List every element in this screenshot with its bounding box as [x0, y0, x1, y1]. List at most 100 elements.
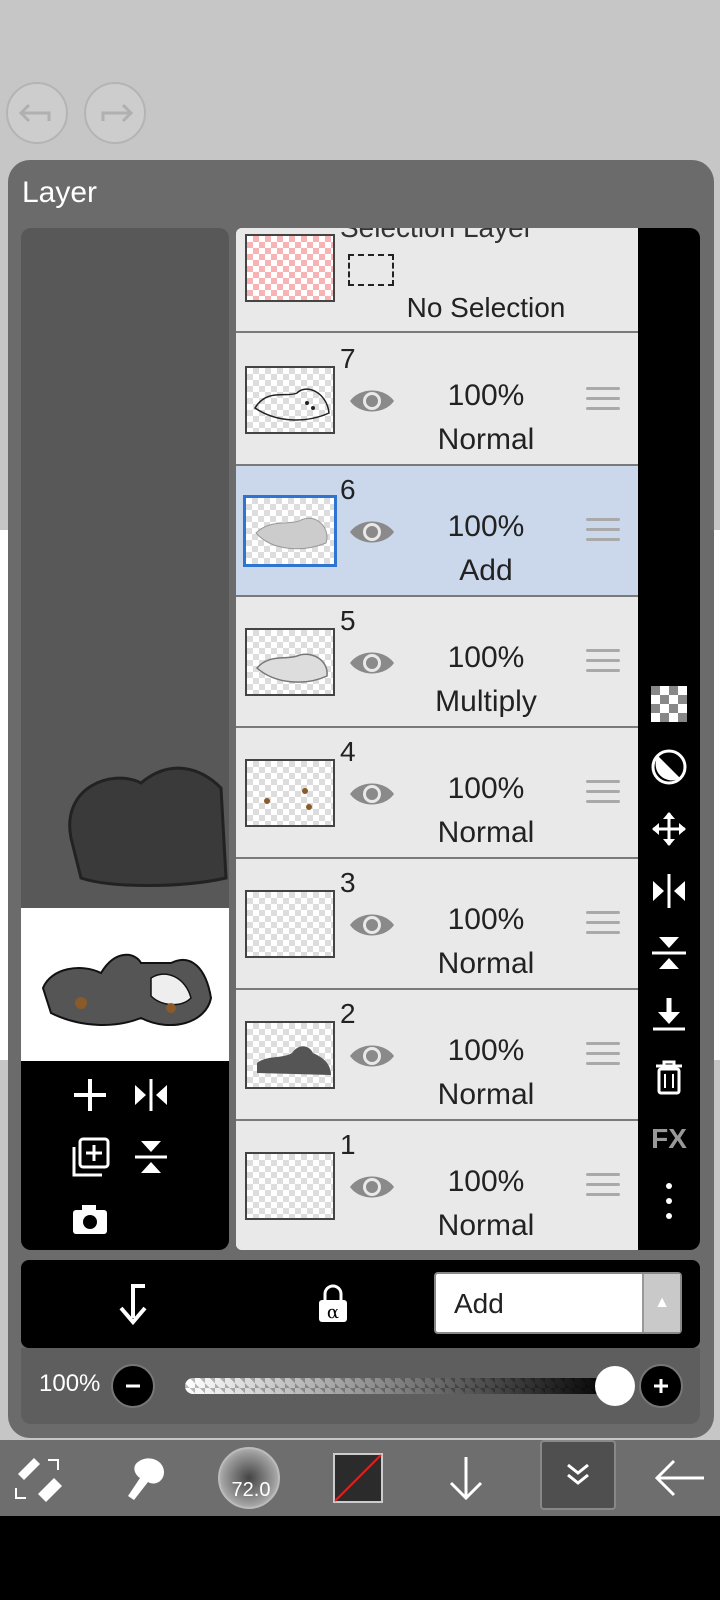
layer-list[interactable]: Selection Layer No Selection 7 100% Normal… [236, 228, 638, 1250]
layer-opacity: 100% [447, 1165, 525, 1198]
clip-arrow-icon [119, 1284, 147, 1326]
eye-icon[interactable] [348, 1169, 396, 1205]
svg-text:α: α [327, 1302, 339, 1323]
layer-row[interactable]: 5 100% Multiply [236, 597, 638, 728]
color-swatch-icon [333, 1453, 383, 1503]
layer-thumbnail[interactable] [245, 366, 335, 434]
layer-blend-mode: Normal [437, 423, 535, 456]
brush-size-button[interactable]: 72.0 [214, 1440, 284, 1516]
layer-panel: Layer No Selection 7 100% Normal 6 100% … [8, 160, 714, 1438]
more-vertical-icon [666, 1183, 672, 1219]
back-button[interactable] [642, 1440, 718, 1516]
eye-icon[interactable] [348, 514, 396, 550]
layer-row[interactable]: 4 100% Normal [236, 728, 638, 859]
panel-title: Layer [22, 176, 98, 209]
smudge-tool-button[interactable] [108, 1440, 184, 1516]
layer-row[interactable]: 2 100% Normal [236, 990, 638, 1121]
drag-handle-icon[interactable] [586, 649, 620, 675]
redo-button[interactable] [84, 82, 146, 144]
layer-thumbnail[interactable] [245, 628, 335, 696]
dropdown-arrow-icon: ▲ [642, 1274, 680, 1332]
opacity-increase-button[interactable] [639, 1364, 683, 1408]
drag-handle-icon[interactable] [586, 518, 620, 544]
selection-layer-title: Selection Layer [340, 228, 533, 244]
flip-horizontal-button[interactable] [129, 1073, 173, 1117]
color-button[interactable] [320, 1440, 396, 1516]
flip-vertical-layer-button[interactable] [648, 932, 690, 974]
transparency-button[interactable] [648, 683, 690, 725]
canvas-preview-shadow [68, 766, 228, 887]
layer-opacity: 100% [447, 903, 525, 936]
move-button[interactable] [648, 808, 690, 850]
eye-icon[interactable] [348, 776, 396, 812]
finger-icon [128, 1458, 164, 1500]
eye-icon[interactable] [348, 907, 396, 943]
brush-preview-icon: 72.0 [218, 1447, 280, 1509]
delete-layer-button[interactable] [648, 1056, 690, 1098]
layer-row[interactable]: 1 100% Normal [236, 1121, 638, 1250]
plus-icon [74, 1079, 106, 1111]
eye-icon[interactable] [348, 1038, 396, 1074]
layer-blend-mode: Normal [437, 816, 535, 849]
half-circle-icon [651, 749, 687, 785]
drag-handle-icon[interactable] [586, 1173, 620, 1199]
layer-opacity: 100% [447, 510, 525, 543]
minus-icon [126, 1384, 140, 1388]
bottom-toolbar: 72.0 [0, 1440, 720, 1516]
layer-opacity: 100% [447, 772, 525, 805]
layer-thumbnail[interactable] [245, 890, 335, 958]
drag-handle-icon[interactable] [586, 911, 620, 937]
undo-button[interactable] [6, 82, 68, 144]
selection-layer-row[interactable]: Selection Layer No Selection [236, 228, 638, 333]
opacity-decrease-button[interactable] [111, 1364, 155, 1408]
eye-icon[interactable] [348, 645, 396, 681]
opacity-bar: 100% [21, 1348, 700, 1424]
flip-horizontal-layer-button[interactable] [648, 870, 690, 912]
tool-switch-button[interactable] [0, 1440, 76, 1516]
camera-button[interactable] [68, 1197, 112, 1241]
merge-down-button[interactable] [648, 994, 690, 1036]
layer-thumbnail[interactable] [245, 759, 335, 827]
eye-icon[interactable] [348, 383, 396, 419]
layer-opacity: 100% [447, 641, 525, 674]
layer-number: 2 [340, 998, 356, 1029]
layer-row[interactable]: 3 100% Normal [236, 859, 638, 990]
undo-icon [19, 103, 51, 123]
move-down-button[interactable] [428, 1440, 504, 1516]
camera-icon [73, 1205, 107, 1234]
flip-vertical-icon [135, 1141, 167, 1173]
layer-panel-toggle-button[interactable] [540, 1440, 616, 1510]
pen-eraser-icon [15, 1458, 62, 1502]
alpha-lock-button[interactable]: α [309, 1280, 357, 1328]
artwork-preview [41, 953, 213, 1027]
more-options-button[interactable] [648, 1180, 690, 1222]
layer-thumbnail[interactable] [245, 1152, 335, 1220]
layer-number: 4 [340, 736, 356, 767]
layer-number: 5 [340, 605, 356, 636]
layer-thumbnail[interactable] [245, 1021, 335, 1089]
blend-mode-select[interactable]: Add ▲ [434, 1272, 682, 1334]
opacity-slider[interactable] [185, 1378, 615, 1394]
duplicate-layer-button[interactable] [68, 1135, 112, 1179]
clipping-button[interactable] [648, 746, 690, 788]
layer-opacity: 100% [447, 1034, 525, 1067]
arrow-left-icon [654, 1459, 704, 1497]
drag-handle-icon[interactable] [586, 1042, 620, 1068]
layer-blend-mode: Multiply [435, 685, 537, 718]
selection-marquee-icon [348, 254, 394, 286]
clip-to-below-button[interactable] [109, 1280, 157, 1328]
fx-button[interactable]: FX [648, 1118, 690, 1160]
flip-horizontal-icon [653, 874, 685, 908]
preview-toolbar [21, 1061, 229, 1250]
opacity-slider-handle[interactable] [595, 1366, 635, 1406]
layer-row[interactable]: 6 100% Add [236, 466, 638, 597]
drag-handle-icon[interactable] [586, 387, 620, 413]
duplicate-icon [72, 1137, 110, 1177]
drag-handle-icon[interactable] [586, 780, 620, 806]
layer-blend-mode: Normal [437, 1209, 535, 1242]
add-layer-button[interactable] [68, 1073, 112, 1117]
flip-vertical-button[interactable] [129, 1135, 173, 1179]
layer-preview-area [21, 228, 229, 1250]
layer-thumbnail[interactable] [243, 495, 337, 567]
layer-row[interactable]: 7 100% Normal [236, 335, 638, 466]
